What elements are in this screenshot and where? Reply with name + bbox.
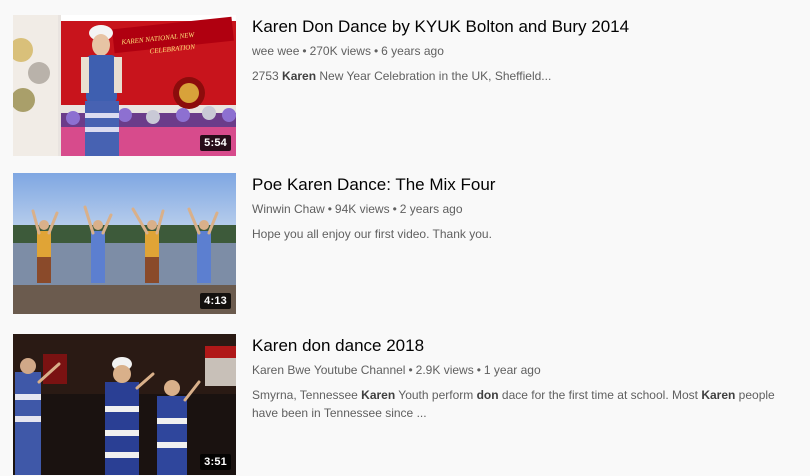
video-description: Hope you all enjoy our first video. Than… [252,225,797,243]
view-count: 2.9K views [415,363,474,377]
video-description: 2753 Karen New Year Celebration in the U… [252,67,797,85]
video-duration: 3:51 [200,454,231,470]
highlighted-term: Karen [361,388,396,402]
video-details: Karen don dance 2018 Karen Bwe Youtube C… [252,334,797,476]
view-count: 94K views [334,202,390,216]
channel-name[interactable]: Winwin Chaw [252,202,325,216]
separator: • [408,363,413,377]
channel-name[interactable]: Karen Bwe Youtube Channel [252,363,405,377]
description-text: Hope you all enjoy our first video. Than… [252,227,492,241]
highlighted-term: don [476,388,499,402]
video-byline: Karen Bwe Youtube Channel • 2.9K views • 1 y… [252,362,797,378]
video-thumbnail[interactable]: 3:51 [13,334,236,475]
video-title[interactable]: Karen Don Dance by KYUK Bolton and Bury … [252,16,797,38]
video-details: Poe Karen Dance: The Mix Four Winwin Cha… [252,173,797,315]
description-text: 2753 [252,69,283,83]
description-text: Smyrna, Tennessee [252,388,362,402]
video-duration: 5:54 [200,135,231,151]
video-thumbnail[interactable]: 4:13 [13,173,236,314]
highlighted-term: Karen [701,388,736,402]
separator: • [373,44,379,58]
upload-age: 1 year ago [483,363,541,377]
view-count: 270K views [309,44,371,58]
separator: • [327,202,332,216]
video-byline: wee wee • 270K views • 6 years ago [252,43,797,59]
video-result[interactable]: KAREN NATIONAL NEW CELEBRATION 5:54 Kare… [13,15,803,157]
separator: • [302,44,307,58]
description-text: New Year Celebration in the UK, Sheffiel… [316,69,552,83]
channel-name[interactable]: wee wee [252,44,299,58]
highlighted-term: Karen [282,69,317,83]
description-text: dace for the first time at school. Most [498,388,702,402]
video-duration: 4:13 [200,293,231,309]
video-title[interactable]: Karen don dance 2018 [252,335,797,357]
video-title[interactable]: Poe Karen Dance: The Mix Four [252,174,797,196]
upload-age: 6 years ago [381,44,444,58]
video-description: Smyrna, Tennessee Karen Youth perform do… [252,386,797,422]
description-text: Youth perform [395,388,477,402]
search-results-list: KAREN NATIONAL NEW CELEBRATION 5:54 Kare… [0,0,810,475]
upload-age: 2 years ago [399,202,463,216]
video-details: Karen Don Dance by KYUK Bolton and Bury … [252,15,797,157]
separator: • [392,202,397,216]
video-result[interactable]: 4:13 Poe Karen Dance: The Mix Four Winwi… [13,173,803,315]
video-byline: Winwin Chaw • 94K views • 2 years ago [252,201,797,217]
separator: • [476,363,481,377]
video-thumbnail[interactable]: KAREN NATIONAL NEW CELEBRATION 5:54 [13,15,236,156]
video-result[interactable]: 3:51 Karen don dance 2018 Karen Bwe Yout… [13,334,803,476]
